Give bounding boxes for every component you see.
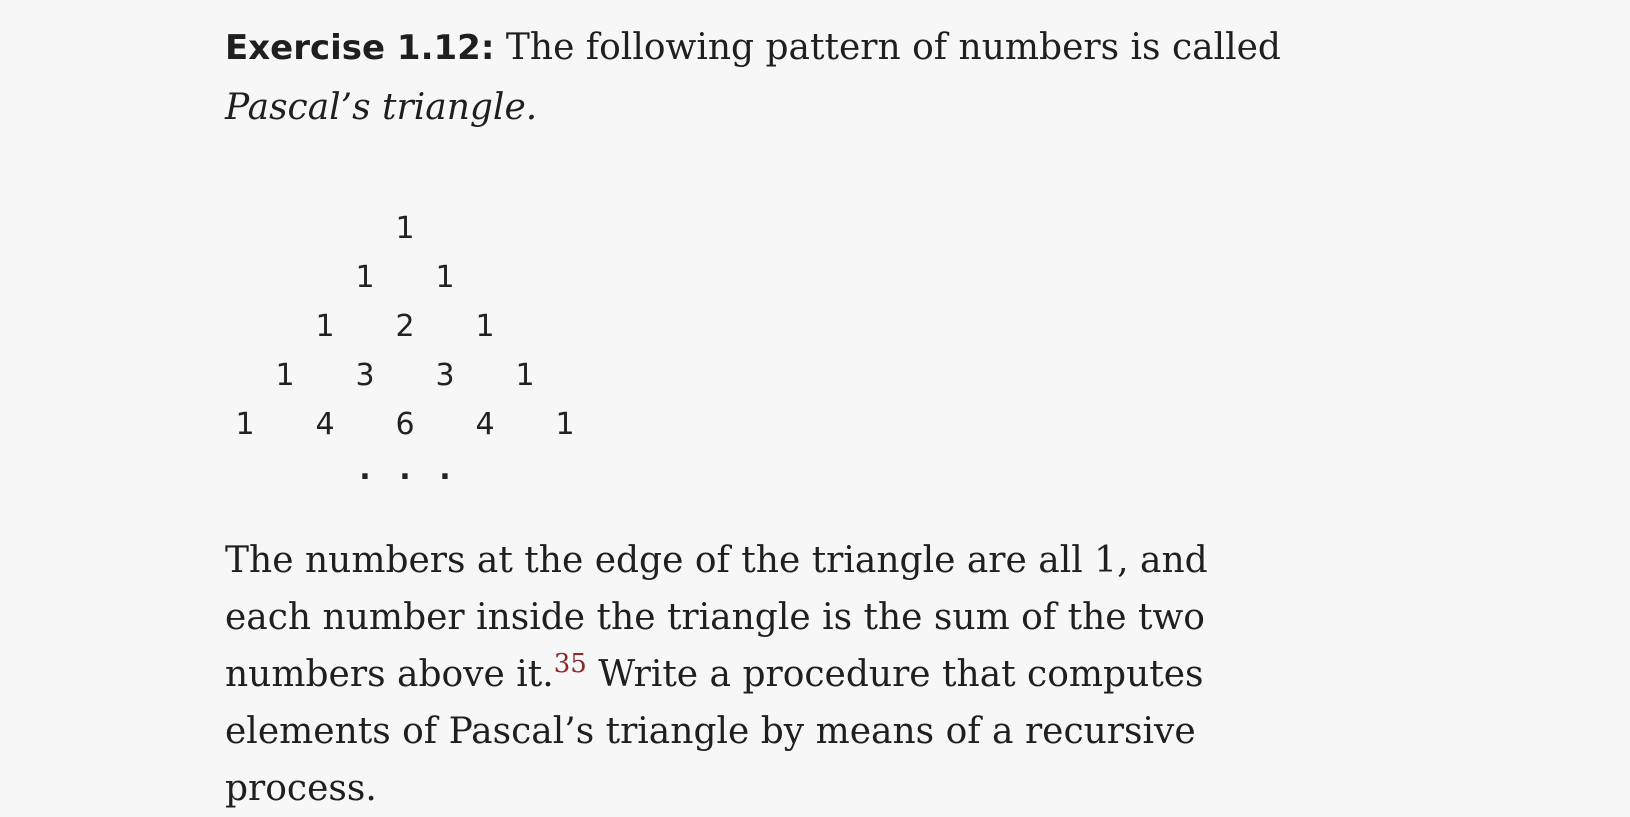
triangle-number: 1 bbox=[435, 260, 455, 295]
footnote-link[interactable]: 35 bbox=[554, 649, 587, 679]
ellipsis-dot: . bbox=[439, 452, 451, 487]
exercise-label: Exercise 1.12: bbox=[225, 28, 495, 68]
ellipsis-dot: . bbox=[399, 452, 411, 487]
triangle-number: 1 bbox=[395, 211, 415, 246]
triangle-number: 1 bbox=[555, 407, 575, 442]
triangle-number: 6 bbox=[395, 407, 415, 442]
exercise-term: Pascal’s triangle. bbox=[225, 87, 538, 128]
triangle-number: 1 bbox=[355, 260, 375, 295]
triangle-number: 2 bbox=[395, 309, 415, 344]
triangle-number: 1 bbox=[515, 358, 535, 393]
triangle-number: 1 bbox=[275, 358, 295, 393]
triangle-number: 1 bbox=[475, 309, 495, 344]
triangle-number: 4 bbox=[475, 407, 495, 442]
exercise-heading: Exercise 1.12: The following pattern of … bbox=[225, 18, 1285, 138]
triangle-number: 1 bbox=[235, 407, 255, 442]
triangle-number: 4 bbox=[315, 407, 335, 442]
exercise-body: The numbers at the edge of the triangle … bbox=[225, 532, 1285, 817]
triangle-number: 3 bbox=[355, 358, 375, 393]
exercise-intro: The following pattern of numbers is call… bbox=[494, 27, 1281, 68]
exercise-block: Exercise 1.12: The following pattern of … bbox=[225, 18, 1285, 817]
triangle-number: 1 bbox=[315, 309, 335, 344]
triangle-number: 3 bbox=[435, 358, 455, 393]
ellipsis-dot: . bbox=[359, 452, 371, 487]
pascal-triangle: 111121133114641... bbox=[225, 204, 1285, 514]
